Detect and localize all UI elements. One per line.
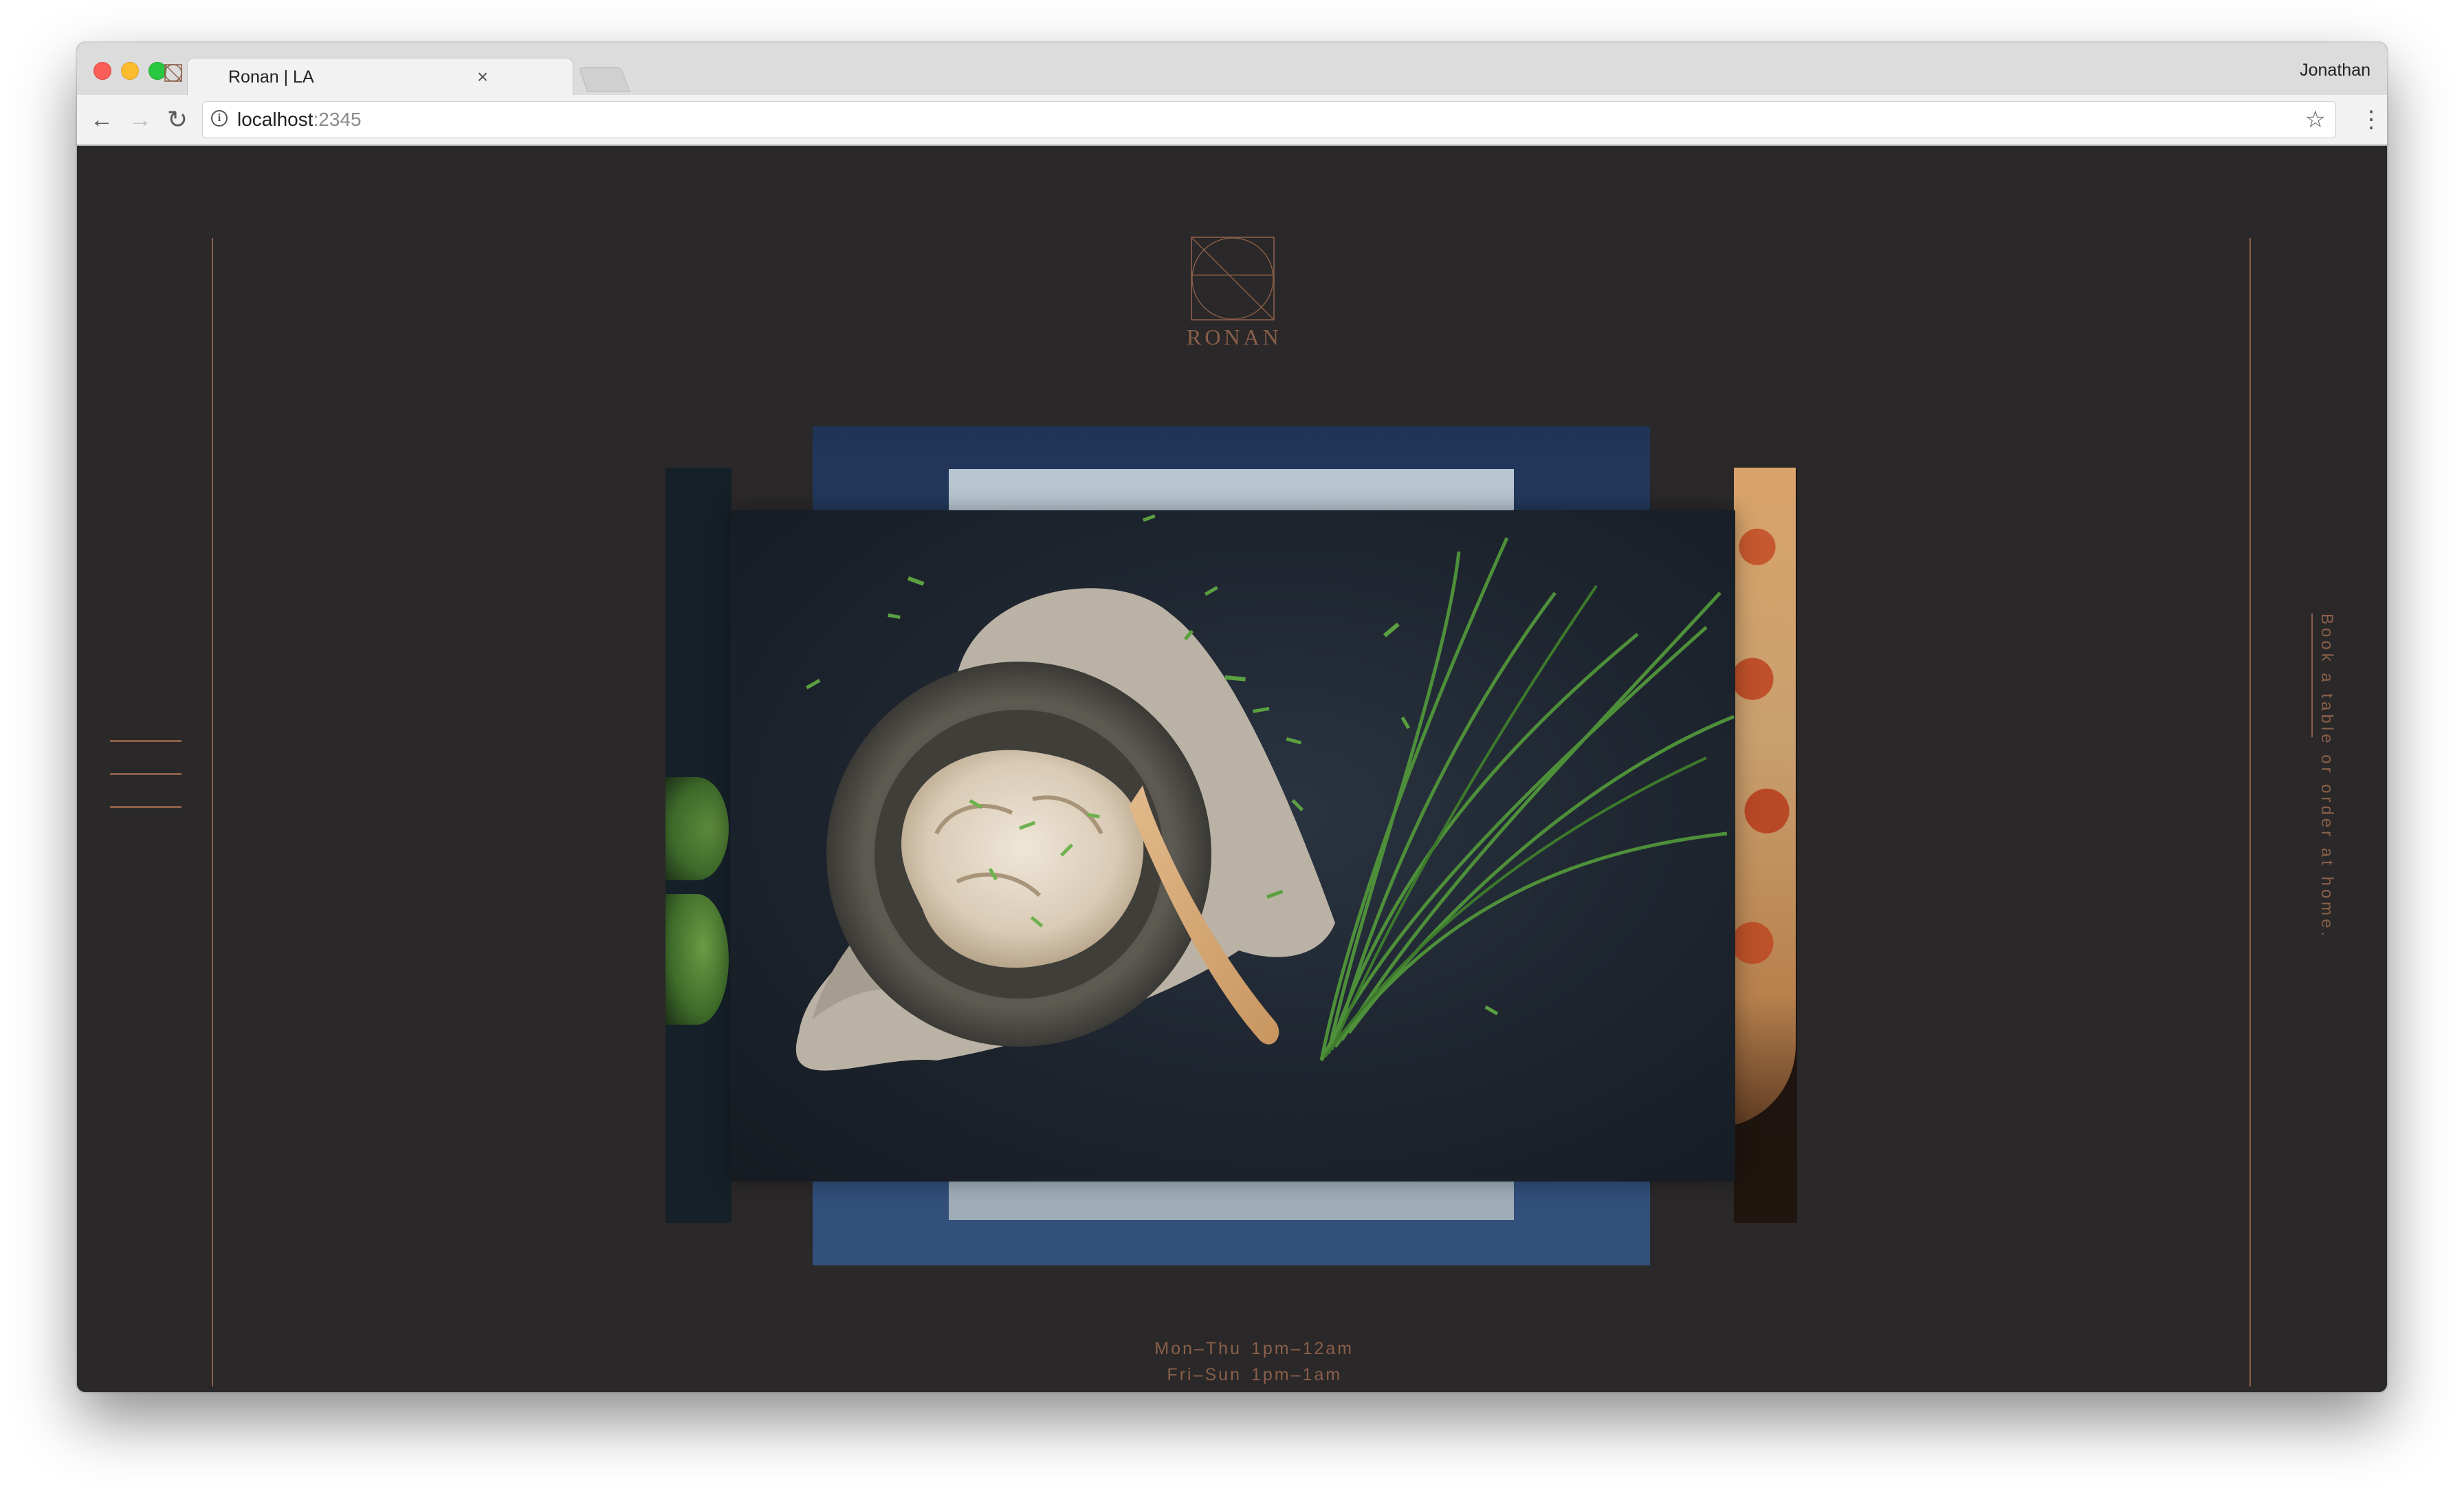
dip-bowl-photo-illustration: [795, 514, 1735, 1071]
booking-accent-rule: [2311, 613, 2313, 737]
back-arrow-icon[interactable]: ←: [87, 105, 117, 135]
hamburger-line: [110, 806, 182, 808]
carousel-next-photo-pizza[interactable]: [1734, 468, 1797, 1223]
hamburger-line: [110, 740, 182, 742]
forward-arrow-icon[interactable]: →: [125, 105, 155, 135]
url-host: localhost: [237, 109, 314, 130]
book-table-text[interactable]: Book a table or order at home.: [2317, 613, 2336, 939]
ronan-favicon-icon: [164, 63, 183, 83]
left-vertical-rule: [212, 238, 213, 1386]
page-content: RONAN Book a table or order at home. Mon…: [77, 146, 2387, 1392]
tab-title: Ronan | LA: [228, 67, 314, 87]
hours-row: Fri–Sun 1pm–1am: [1114, 1362, 1361, 1388]
url-port: :2345: [313, 109, 362, 130]
site-info-icon[interactable]: i: [211, 110, 228, 127]
window-close-button[interactable]: [94, 62, 111, 80]
opening-hours: Mon–Thu 1pm–12am Fri–Sun 1pm–1am: [1114, 1336, 1361, 1388]
browser-toolbar: ← → ↻ i localhost:2345 ☆ ⋮: [77, 95, 2387, 146]
hamburger-icon[interactable]: [110, 732, 182, 808]
window-minimize-button[interactable]: [121, 62, 139, 80]
bookmark-star-icon[interactable]: ☆: [2305, 105, 2326, 135]
ronan-logo[interactable]: RONAN: [1187, 237, 1279, 353]
new-tab-button[interactable]: [578, 67, 630, 92]
hours-time: 1pm–12am: [1251, 1339, 1354, 1358]
hours-days: Mon–Thu: [1154, 1339, 1242, 1358]
url-text[interactable]: localhost:2345: [237, 102, 362, 138]
tab-close-icon[interactable]: ×: [470, 65, 495, 89]
hours-days: Fri–Sun: [1167, 1365, 1242, 1384]
browser-menu-icon[interactable]: ⋮: [2360, 105, 2383, 135]
hamburger-line: [110, 773, 182, 775]
carousel-prev-photo-basil[interactable]: [666, 468, 732, 1223]
browser-tab-bar: Ronan | LA × Jonathan: [77, 43, 2387, 97]
pizza-slice: [1734, 468, 1796, 1128]
basil-leaf: [666, 894, 729, 1025]
browser-window: Ronan | LA × Jonathan ← → ↻ i localhost:…: [77, 43, 2387, 1392]
ronan-logo-mark-icon: [1191, 237, 1275, 320]
carousel-main-photo[interactable]: [730, 510, 1735, 1182]
basil-leaf: [666, 777, 729, 880]
address-bar[interactable]: i localhost:2345 ☆: [202, 101, 2336, 138]
profile-name[interactable]: Jonathan: [2300, 56, 2370, 84]
reload-icon[interactable]: ↻: [162, 105, 192, 135]
right-vertical-rule: [2250, 238, 2251, 1386]
book-table-link[interactable]: Book a table or order at home.: [2311, 613, 2353, 939]
logo-wordmark: RONAN: [1187, 325, 1282, 349]
hours-time: 1pm–1am: [1251, 1365, 1343, 1384]
hours-row: Mon–Thu 1pm–12am: [1114, 1336, 1361, 1362]
